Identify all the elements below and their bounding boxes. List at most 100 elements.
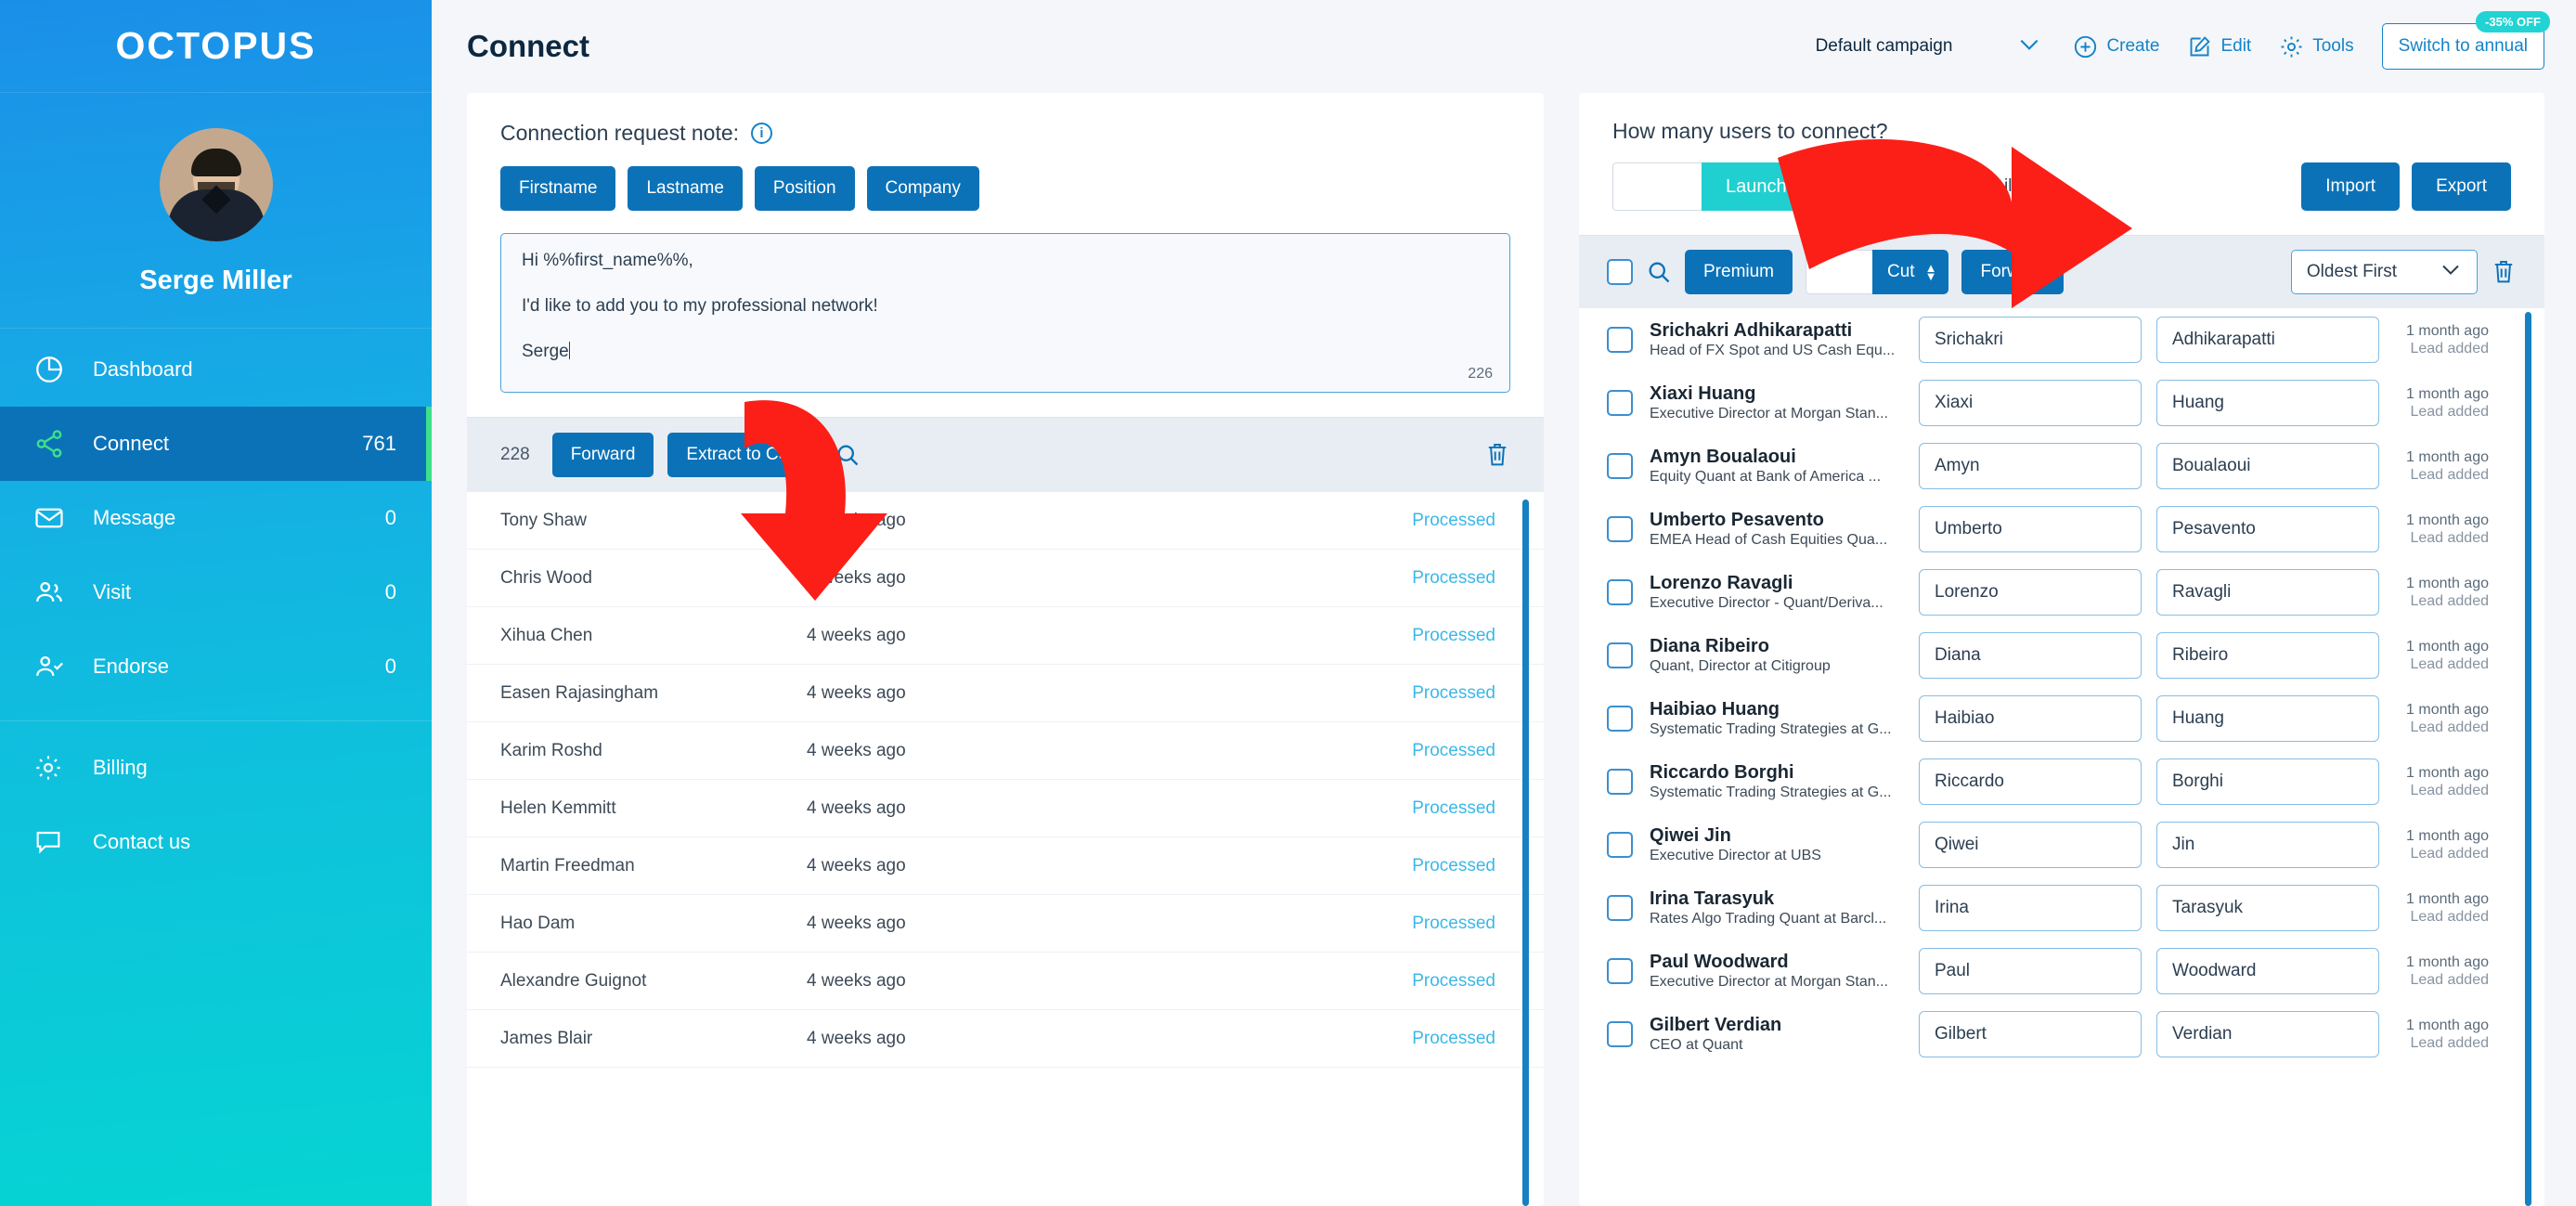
tools-button[interactable]: Tools — [2279, 34, 2354, 59]
cut-input[interactable] — [1806, 250, 1873, 294]
lead-lastname-input[interactable] — [2156, 695, 2379, 742]
variable-position-button[interactable]: Position — [754, 166, 855, 211]
search-icon[interactable] — [1646, 259, 1672, 285]
sidebar-nav: Dashboard Connect 761 Message 0 Visit 0 … — [0, 329, 432, 879]
lead-lastname-input[interactable] — [2156, 822, 2379, 868]
table-row[interactable]: Xihua Chen 4 weeks ago Processed — [467, 607, 1544, 665]
table-row[interactable]: Karim Roshd 4 weeks ago Processed — [467, 722, 1544, 780]
launch-button[interactable]: Launch — [1702, 162, 1811, 211]
premium-button[interactable]: Premium — [1685, 250, 1793, 294]
cut-button[interactable]: Cut ▲ ▼ — [1872, 250, 1949, 294]
table-row[interactable]: James Blair 4 weeks ago Processed — [467, 1010, 1544, 1068]
lead-firstname-input[interactable] — [1919, 569, 2142, 616]
lead-info: Haibiao Huang Systematic Trading Strategi… — [1650, 699, 1919, 738]
lead-checkbox[interactable] — [1607, 453, 1633, 479]
lead-row[interactable]: Lorenzo Ravagli Executive Director - Quan… — [1579, 561, 2544, 624]
lead-lastname-input[interactable] — [2156, 759, 2379, 805]
lead-checkbox[interactable] — [1607, 769, 1633, 795]
lead-row[interactable]: Qiwei JinExecutive Director at UBS 1 mont… — [1579, 813, 2544, 876]
table-row[interactable]: Alexandre Guignot 4 weeks ago Processed — [467, 953, 1544, 1010]
table-row[interactable]: Tony Shaw 4 weeks ago Processed — [467, 492, 1544, 550]
lead-checkbox[interactable] — [1607, 390, 1633, 416]
left-forward-button[interactable]: Forward — [551, 433, 654, 477]
variable-lastname-button[interactable]: Lastname — [628, 166, 743, 211]
lead-firstname-input[interactable] — [1919, 1011, 2142, 1057]
sidebar-item-visit[interactable]: Visit 0 — [0, 555, 432, 629]
avatar[interactable] — [159, 128, 273, 241]
extract-to-csv-button[interactable]: Extract to CSV — [667, 433, 821, 477]
lead-firstname-input[interactable] — [1919, 380, 2142, 426]
lead-checkbox[interactable] — [1607, 895, 1633, 921]
lead-checkbox[interactable] — [1607, 516, 1633, 542]
sort-order-dropdown[interactable]: Oldest First — [2290, 250, 2478, 294]
create-button[interactable]: Create — [2073, 34, 2159, 59]
table-row[interactable]: Hao Dam 4 weeks ago Processed — [467, 895, 1544, 953]
app-logo[interactable]: OCTOPUS — [0, 0, 432, 93]
right-forward-button[interactable]: Forward — [1961, 250, 2065, 294]
lead-lastname-input[interactable] — [2156, 885, 2379, 931]
variable-firstname-button[interactable]: Firstname — [500, 166, 616, 211]
lead-row[interactable]: Srichakri Adhikarapatti Head of FX Spot a… — [1579, 308, 2544, 371]
table-row[interactable]: Martin Freedman 4 weeks ago Processed — [467, 837, 1544, 895]
connect-by-email-checkbox[interactable] — [1836, 174, 1863, 200]
lead-row[interactable]: Umberto Pesavento EMEA Head of Cash Equit… — [1579, 498, 2544, 561]
lead-row[interactable]: Irina Tarasyuk Rates Algo Trading Quant a… — [1579, 876, 2544, 940]
lead-lastname-input[interactable] — [2156, 569, 2379, 616]
lead-lastname-input[interactable] — [2156, 380, 2379, 426]
lead-row[interactable]: Paul Woodward Executive Director at Morga… — [1579, 940, 2544, 1003]
lead-firstname-input[interactable] — [1919, 885, 2142, 931]
lead-checkbox[interactable] — [1607, 579, 1633, 605]
right-delete-icon[interactable] — [2491, 258, 2517, 286]
lead-checkbox[interactable] — [1607, 1021, 1633, 1047]
lead-firstname-input[interactable] — [1919, 506, 2142, 552]
lead-firstname-input[interactable] — [1919, 632, 2142, 679]
sidebar-item-contact-us[interactable]: Contact us — [0, 805, 432, 879]
info-icon[interactable]: i — [751, 123, 773, 144]
table-row[interactable]: Helen Kemmitt 4 weeks ago Processed — [467, 780, 1544, 837]
search-icon[interactable] — [835, 442, 861, 468]
lead-firstname-input[interactable] — [1919, 759, 2142, 805]
lead-lastname-input[interactable] — [2156, 948, 2379, 994]
sidebar-item-dashboard[interactable]: Dashboard — [0, 332, 432, 407]
info-icon[interactable]: i — [2020, 175, 2042, 198]
users-count-input[interactable] — [1612, 162, 1702, 211]
sidebar-item-endorse[interactable]: Endorse 0 — [0, 629, 432, 704]
lead-firstname-input[interactable] — [1919, 822, 2142, 868]
sidebar-item-message[interactable]: Message 0 — [0, 481, 432, 555]
lead-checkbox[interactable] — [1607, 958, 1633, 984]
lead-row[interactable]: Xiaxi Huang Executive Director at Morgan … — [1579, 371, 2544, 434]
lead-checkbox[interactable] — [1607, 706, 1633, 732]
note-textarea[interactable]: Hi %%first_name%%, I'd like to add you t… — [500, 233, 1510, 393]
lead-row[interactable]: Amyn Boualaoui Equity Quant at Bank of Am… — [1579, 434, 2544, 498]
variable-company-button[interactable]: Company — [866, 166, 979, 211]
lead-firstname-input[interactable] — [1919, 948, 2142, 994]
table-row[interactable]: Chris Wood 4 weeks ago Processed — [467, 550, 1544, 607]
table-row[interactable]: Easen Rajasingham 4 weeks ago Processed — [467, 665, 1544, 722]
lead-checkbox[interactable] — [1607, 832, 1633, 858]
lead-lastname-input[interactable] — [2156, 317, 2379, 363]
lead-lastname-input[interactable] — [2156, 443, 2379, 489]
stepper-icon[interactable]: ▲ ▼ — [1925, 262, 1937, 282]
edit-button[interactable]: Edit — [2187, 34, 2251, 59]
left-delete-icon[interactable] — [1484, 441, 1510, 469]
lead-row[interactable]: Riccardo Borghi Systematic Trading Strate… — [1579, 750, 2544, 813]
campaign-dropdown[interactable]: Default campaign — [1816, 35, 2042, 58]
lead-firstname-input[interactable] — [1919, 443, 2142, 489]
lead-row[interactable]: Gilbert VerdianCEO at Quant 1 month ago Le… — [1579, 1003, 2544, 1066]
lead-checkbox[interactable] — [1607, 642, 1633, 668]
lead-firstname-input[interactable] — [1919, 695, 2142, 742]
lead-lastname-input[interactable] — [2156, 506, 2379, 552]
left-list-scrollbar[interactable] — [1522, 499, 1529, 1206]
sidebar-item-billing[interactable]: Billing — [0, 731, 432, 805]
leads-list-scrollbar[interactable] — [2525, 312, 2531, 1206]
select-all-checkbox[interactable] — [1607, 259, 1633, 285]
lead-row[interactable]: Haibiao Huang Systematic Trading Strategi… — [1579, 687, 2544, 750]
import-button[interactable]: Import — [2301, 162, 2401, 211]
lead-firstname-input[interactable] — [1919, 317, 2142, 363]
lead-row[interactable]: Diana Ribeiro Quant, Director at Citigrou… — [1579, 624, 2544, 687]
export-button[interactable]: Export — [2412, 162, 2511, 211]
sidebar-item-connect[interactable]: Connect 761 — [0, 407, 432, 481]
lead-lastname-input[interactable] — [2156, 1011, 2379, 1057]
lead-lastname-input[interactable] — [2156, 632, 2379, 679]
lead-checkbox[interactable] — [1607, 327, 1633, 353]
